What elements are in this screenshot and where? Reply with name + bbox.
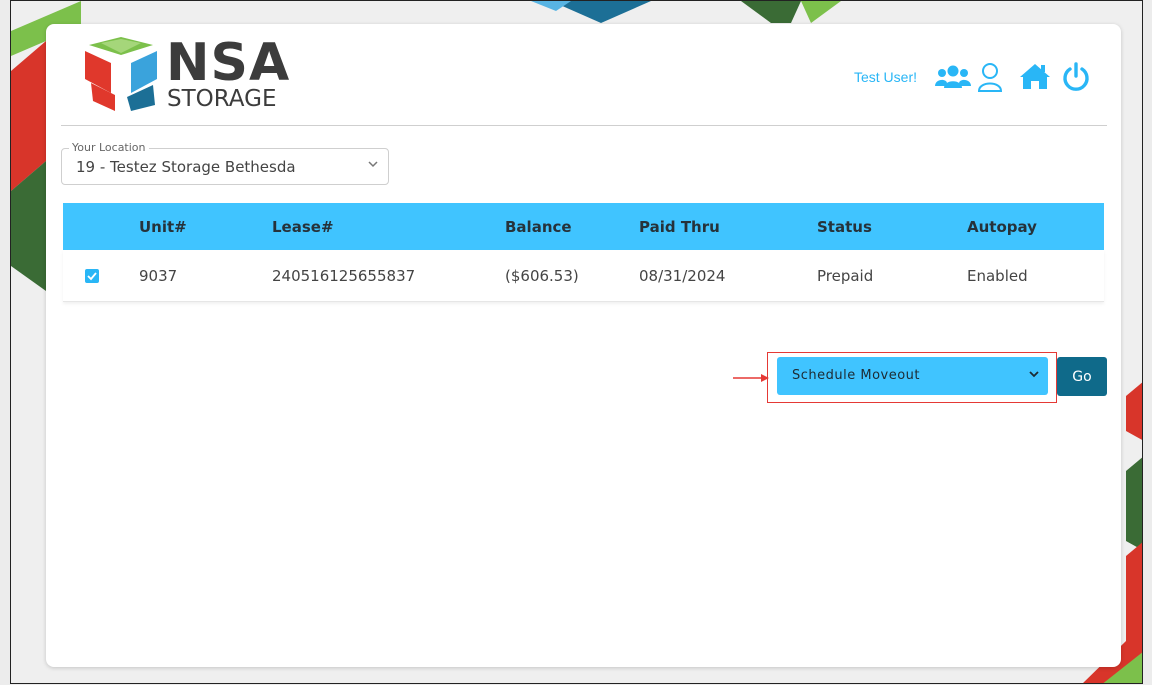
user-icon[interactable] — [977, 62, 1009, 92]
table-row[interactable]: 9037 240516125655837 ($606.53) 08/31/202… — [63, 250, 1104, 302]
location-label: Your Location — [69, 141, 149, 155]
header-lease: Lease# — [272, 217, 334, 236]
header-autopay: Autopay — [967, 217, 1037, 236]
header-divider — [61, 125, 1107, 126]
action-select-value: Schedule Moveout — [792, 368, 921, 383]
location-select[interactable]: Your Location 19 - Testez Storage Bethes… — [61, 141, 389, 185]
user-menu: Test User! — [854, 62, 1093, 92]
header-paid-thru: Paid Thru — [639, 217, 720, 236]
logo-subtitle: STORAGE — [167, 86, 277, 112]
check-icon — [87, 271, 97, 280]
header-status: Status — [817, 217, 872, 236]
balance-cell: ($606.53) — [505, 266, 579, 285]
nsa-storage-logo[interactable]: NSA STORAGE — [81, 33, 301, 115]
paid-thru-cell: 08/31/2024 — [639, 266, 726, 285]
table-header: Unit# Lease# Balance Paid Thru Status Au… — [63, 203, 1104, 250]
main-card: NSA STORAGE Test User! Your Location 19 … — [46, 24, 1121, 667]
logo-wordmark: NSA — [166, 33, 291, 93]
location-value: 19 - Testez Storage Bethesda — [76, 158, 296, 176]
lease-cell: 240516125655837 — [272, 266, 416, 285]
header-unit: Unit# — [139, 217, 187, 236]
units-table: Unit# Lease# Balance Paid Thru Status Au… — [63, 203, 1104, 302]
row-checkbox[interactable] — [85, 268, 99, 283]
user-greeting[interactable]: Test User! — [854, 69, 917, 85]
home-icon[interactable] — [1019, 62, 1051, 92]
unit-cell: 9037 — [139, 266, 178, 285]
row-select-cell — [63, 268, 139, 283]
screenshot-frame: NSA STORAGE Test User! Your Location 19 … — [10, 0, 1143, 684]
power-icon[interactable] — [1061, 62, 1093, 92]
header-balance: Balance — [505, 217, 572, 236]
go-button[interactable]: Go — [1057, 357, 1107, 396]
users-icon[interactable] — [935, 62, 971, 92]
status-cell: Prepaid — [817, 266, 874, 285]
chevron-down-icon — [368, 161, 378, 168]
chevron-down-icon — [1029, 371, 1039, 378]
action-select[interactable]: Schedule Moveout — [777, 357, 1048, 395]
logo-mark-icon — [85, 37, 157, 111]
annotation-arrow — [733, 374, 769, 382]
autopay-cell: Enabled — [967, 266, 1028, 285]
